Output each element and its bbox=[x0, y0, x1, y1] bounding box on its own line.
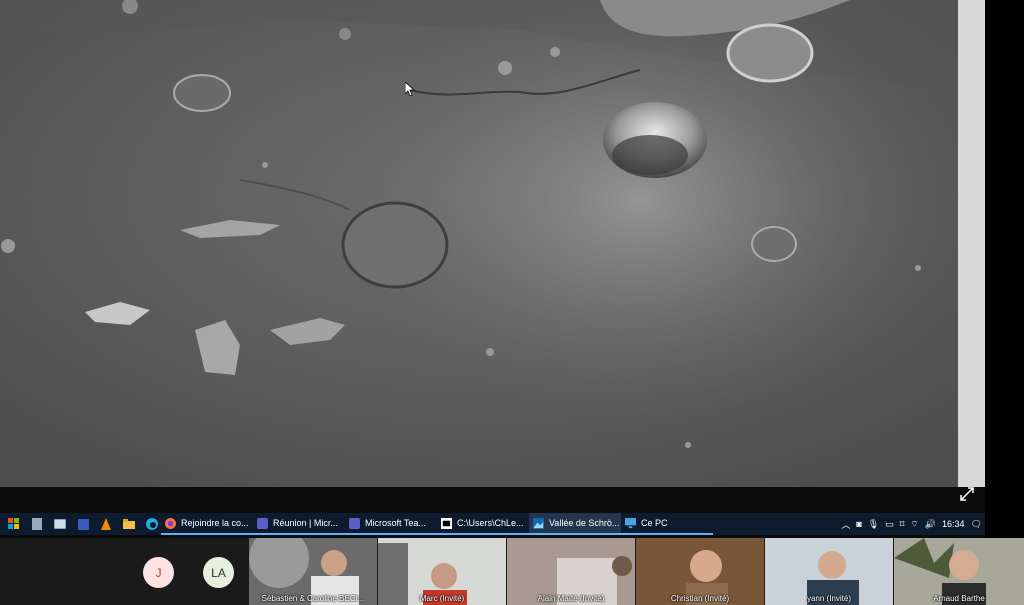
avatar[interactable]: J bbox=[143, 557, 174, 588]
firefox-icon bbox=[165, 517, 176, 529]
participant-video-tile[interactable]: yann (Invité) bbox=[765, 538, 893, 605]
share-border bbox=[958, 0, 985, 487]
edge-icon[interactable] bbox=[143, 515, 161, 533]
participant-video-tile[interactable]: Sébastien & Caroline BECI... bbox=[249, 538, 377, 605]
fullscreen-expand-icon[interactable] bbox=[957, 484, 977, 504]
participant-name: yann (Invité) bbox=[806, 594, 852, 603]
taskbar-item-label: Vallée de Schrö... bbox=[549, 518, 620, 528]
teams-icon bbox=[257, 517, 268, 529]
screen-share-area: Rejoindre la co... Réunion | Micr... Mic… bbox=[0, 0, 985, 540]
windows-taskbar: Rejoindre la co... Réunion | Micr... Mic… bbox=[0, 513, 985, 535]
vlc-icon[interactable] bbox=[97, 515, 115, 533]
shared-moon-image bbox=[0, 0, 958, 487]
participant-video-tile[interactable]: Christian (Invité) bbox=[636, 538, 764, 605]
taskbar-item-this-pc[interactable]: Ce PC bbox=[621, 513, 713, 535]
system-tray: ︿ ◙ 🎙 ▭ ⌑ ⌔ 🔊 16:34 🗨 bbox=[838, 513, 985, 535]
participant-name: Alain Maïté (Invité) bbox=[537, 594, 605, 603]
taskbar-item-label: Réunion | Micr... bbox=[273, 518, 338, 528]
taskbar-item-teams-meeting[interactable]: Réunion | Micr... bbox=[253, 513, 345, 535]
volume-icon[interactable]: 🔊 bbox=[925, 519, 936, 530]
taskbar-item-label: Microsoft Tea... bbox=[365, 518, 426, 528]
participant-name: Sébastien & Caroline BECI... bbox=[261, 594, 365, 603]
notification-icon[interactable]: 🗨 bbox=[971, 519, 982, 530]
participant-video-tile[interactable]: Alain Maïté (Invité) bbox=[507, 538, 635, 605]
app-icon[interactable] bbox=[74, 515, 92, 533]
participant-video-tile[interactable]: Arnaud Barthe bbox=[894, 538, 1024, 605]
teams-icon bbox=[349, 517, 360, 529]
start-icon[interactable] bbox=[5, 515, 23, 533]
avatar[interactable]: LA bbox=[203, 557, 234, 588]
image-viewer-icon bbox=[533, 517, 544, 529]
battery-icon[interactable]: ▭ bbox=[885, 519, 894, 530]
taskbar-item-label: Rejoindre la co... bbox=[181, 518, 249, 528]
participant-name: Arnaud Barthe bbox=[933, 594, 985, 603]
window-edge bbox=[985, 0, 1024, 540]
taskbar-item-firefox[interactable]: Rejoindre la co... bbox=[161, 513, 253, 535]
microphone-icon[interactable]: 🎙 bbox=[868, 519, 879, 530]
teams-tray-icon[interactable]: ◙ bbox=[856, 519, 861, 529]
window-icon[interactable] bbox=[51, 515, 69, 533]
clock[interactable]: 16:34 bbox=[942, 519, 965, 529]
avatar-initials: LA bbox=[211, 565, 226, 580]
7zip-icon bbox=[441, 517, 452, 529]
usb-icon[interactable]: ⌑ bbox=[900, 519, 905, 530]
notepad-icon[interactable] bbox=[28, 515, 46, 533]
wifi-icon[interactable]: ⌔ bbox=[910, 519, 918, 530]
participant-video-tile[interactable]: Marc (Invité) bbox=[378, 538, 506, 605]
folder-icon[interactable] bbox=[120, 515, 138, 533]
participant-name: Marc (Invité) bbox=[419, 594, 465, 603]
taskbar-item-label: Ce PC bbox=[641, 518, 668, 528]
computer-icon bbox=[625, 517, 636, 528]
taskbar-item-7zip[interactable]: C:\Users\ChLe... bbox=[437, 513, 529, 535]
mouse-pointer-icon bbox=[404, 81, 416, 101]
taskbar-item-label: C:\Users\ChLe... bbox=[457, 518, 524, 528]
participant-name: Christian (Invité) bbox=[670, 594, 730, 603]
teams-meeting-window: Rejoindre la co... Réunion | Micr... Mic… bbox=[0, 0, 1024, 605]
taskbar-item-teams[interactable]: Microsoft Tea... bbox=[345, 513, 437, 535]
taskbar-item-image-viewer[interactable]: Vallée de Schrö... bbox=[529, 513, 621, 535]
avatar-initials: J bbox=[155, 565, 162, 580]
chevron-up-icon[interactable]: ︿ bbox=[841, 518, 850, 531]
